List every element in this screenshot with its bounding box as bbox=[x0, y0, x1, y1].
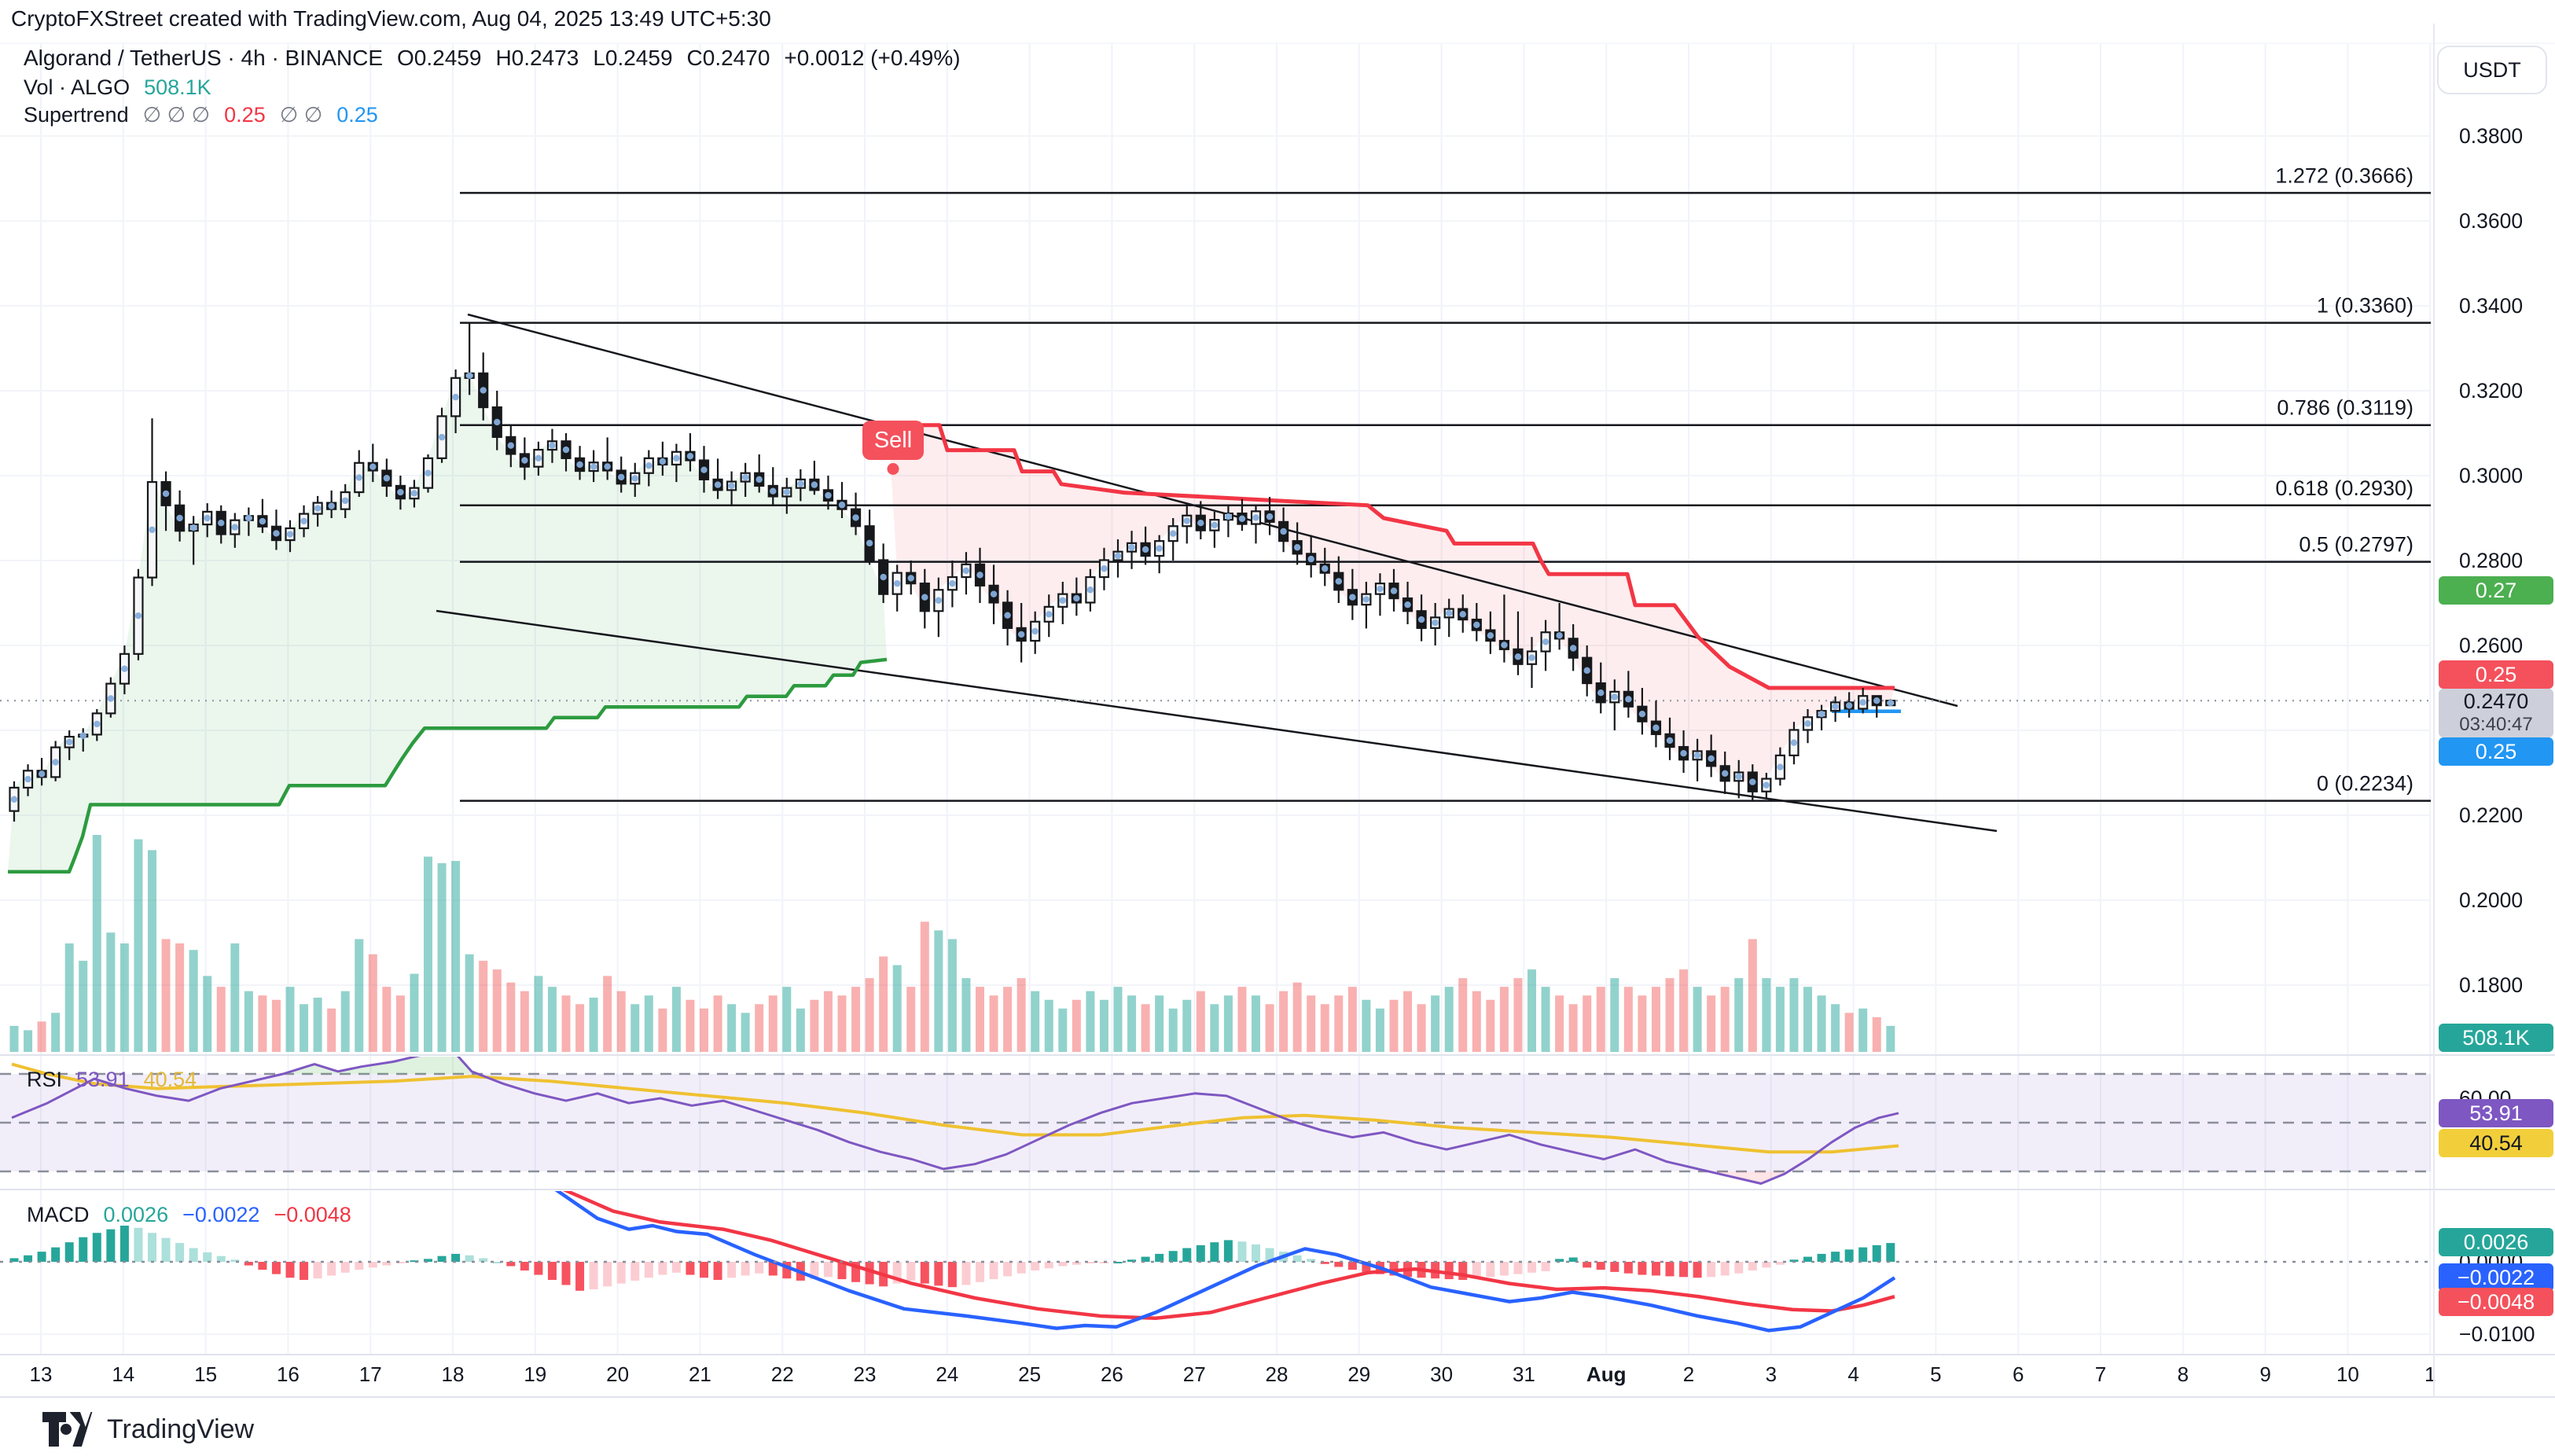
volume-legend[interactable]: Vol · ALGO 508.1K bbox=[24, 75, 211, 100]
price-badge-supertrend-up: 0.27 bbox=[2439, 576, 2553, 605]
x-axis-label: 30 bbox=[1430, 1362, 1453, 1386]
volume-legend-label: Vol · ALGO bbox=[24, 75, 130, 100]
rsi-pane-legend[interactable]: RSI 53.91 40.54 bbox=[27, 1068, 197, 1092]
fib-level-label: 0.618 (0.2930) bbox=[2275, 476, 2413, 500]
tradingview-footer[interactable]: TradingView bbox=[42, 1412, 254, 1447]
x-axis-label: 10 bbox=[2336, 1362, 2359, 1386]
fib-level-label: 1 (0.3360) bbox=[2317, 294, 2413, 318]
x-axis-label: 27 bbox=[1183, 1362, 1206, 1386]
fib-level-label: 0.5 (0.2797) bbox=[2299, 533, 2413, 557]
rsi-axis-badge: 53.91 bbox=[2439, 1099, 2553, 1127]
price-change: +0.0012 (+0.49%) bbox=[784, 46, 960, 71]
x-axis-label: 25 bbox=[1018, 1362, 1041, 1386]
x-axis-label: 3 bbox=[1766, 1362, 1777, 1386]
x-axis-label: 21 bbox=[689, 1362, 711, 1386]
rsi-ma-value: 40.54 bbox=[144, 1068, 197, 1092]
x-axis-label: 4 bbox=[1847, 1362, 1858, 1386]
macd-signal-axis-badge: −0.0048 bbox=[2439, 1288, 2553, 1316]
macd-axis-tick: −0.0100 bbox=[2459, 1322, 2535, 1346]
x-axis-label: 23 bbox=[854, 1362, 877, 1386]
x-axis-label: 17 bbox=[359, 1362, 382, 1386]
x-axis-label: Aug bbox=[1586, 1362, 1627, 1386]
x-axis-label: 15 bbox=[194, 1362, 217, 1386]
symbol-legend[interactable]: Algorand / TetherUS · 4h · BINANCE O0.24… bbox=[24, 46, 961, 71]
volume-legend-value: 508.1K bbox=[144, 75, 211, 100]
macd-hist-axis-badge: 0.0026 bbox=[2439, 1228, 2553, 1256]
symbol-title: Algorand / TetherUS · 4h · BINANCE bbox=[24, 46, 383, 71]
x-axis-label: 26 bbox=[1101, 1362, 1123, 1386]
tradingview-logo-icon bbox=[42, 1412, 94, 1447]
ohlc-low: L0.2459 bbox=[593, 46, 672, 71]
fib-level-label: 0.786 (0.3119) bbox=[2277, 396, 2413, 420]
sell-signal-badge: Sell bbox=[862, 421, 924, 460]
price-axis-tick: 0.2800 bbox=[2459, 549, 2523, 572]
price-axis-tick: 0.3200 bbox=[2459, 379, 2523, 403]
price-axis-tick: 0.2000 bbox=[2459, 888, 2523, 912]
x-axis-label: 5 bbox=[1930, 1362, 1941, 1386]
x-axis-label: 24 bbox=[936, 1362, 958, 1386]
x-axis-label: 6 bbox=[2013, 1362, 2024, 1386]
tradingview-chart-window: 1.272 (0.3666) 1 (0.3360) 0.786 (0.3119) 0.… bbox=[0, 0, 2555, 1456]
x-axis-label: 29 bbox=[1347, 1362, 1370, 1386]
x-axis-label: 18 bbox=[442, 1362, 465, 1386]
x-axis-label: 31 bbox=[1513, 1362, 1535, 1386]
price-axis-tick: 0.3000 bbox=[2459, 464, 2523, 487]
price-badge-supertrend-sell: 0.25 bbox=[2439, 660, 2553, 689]
x-axis-label: 8 bbox=[2178, 1362, 2189, 1386]
supertrend-empty-values: ∅ ∅ bbox=[280, 103, 323, 127]
tradingview-brand-text: TradingView bbox=[107, 1414, 254, 1445]
last-price-value: 0.2470 bbox=[2464, 690, 2529, 713]
watermark-attribution: CryptoFXStreet created with TradingView.… bbox=[11, 6, 771, 31]
chart-canvas[interactable]: 1.272 (0.3666) 1 (0.3360) 0.786 (0.3119) 0.… bbox=[0, 0, 2555, 1456]
rsi-label: RSI bbox=[27, 1068, 62, 1092]
macd-line-value: −0.0022 bbox=[182, 1203, 259, 1227]
price-axis-tick: 0.3400 bbox=[2459, 294, 2523, 318]
x-axis-label: 19 bbox=[524, 1362, 546, 1386]
price-axis-tick: 0.2600 bbox=[2459, 634, 2523, 657]
currency-toggle-button[interactable]: USDT bbox=[2437, 46, 2547, 94]
x-axis-label: 22 bbox=[771, 1362, 794, 1386]
ohlc-high: H0.2473 bbox=[495, 46, 579, 71]
x-axis-label: 16 bbox=[277, 1362, 300, 1386]
price-axis-tick: 0.3600 bbox=[2459, 209, 2523, 233]
supertrend-legend[interactable]: Supertrend ∅ ∅ ∅ 0.25 ∅ ∅ 0.25 bbox=[24, 103, 378, 127]
price-axis-tick: 0.1800 bbox=[2459, 973, 2523, 997]
x-axis-label: 28 bbox=[1266, 1362, 1289, 1386]
rsi-ma-axis-badge: 40.54 bbox=[2439, 1129, 2553, 1157]
macd-hist-value: 0.0026 bbox=[104, 1203, 169, 1227]
bar-countdown: 03:40:47 bbox=[2459, 713, 2532, 736]
price-axis-tick: 0.2200 bbox=[2459, 803, 2523, 827]
macd-signal-value: −0.0048 bbox=[274, 1203, 351, 1227]
time-axis-labels[interactable]: 13141516171819202122232425262728293031Au… bbox=[30, 1362, 2436, 1386]
price-badge-last-price: 0.2470 03:40:47 bbox=[2439, 689, 2553, 737]
supertrend-fill-layer bbox=[8, 373, 1895, 872]
supertrend-legend-label: Supertrend bbox=[24, 103, 129, 127]
fib-level-label: 0 (0.2234) bbox=[2317, 772, 2413, 796]
ohlc-open: O0.2459 bbox=[397, 46, 481, 71]
x-axis-label: 14 bbox=[112, 1362, 134, 1386]
macd-label: MACD bbox=[27, 1203, 90, 1227]
supertrend-empty-values: ∅ ∅ ∅ bbox=[143, 103, 211, 127]
volume-axis-badge: 508.1K bbox=[2439, 1024, 2553, 1052]
supertrend-buy-value: 0.25 bbox=[336, 103, 378, 127]
fib-level-label: 1.272 (0.3666) bbox=[2275, 164, 2413, 187]
ohlc-close: C0.2470 bbox=[687, 46, 770, 71]
x-axis-label: 9 bbox=[2259, 1362, 2270, 1386]
price-axis-tick: 0.3800 bbox=[2459, 124, 2523, 148]
rsi-value: 53.91 bbox=[76, 1068, 130, 1092]
x-axis-label: 2 bbox=[1683, 1362, 1694, 1386]
supertrend-sell-value: 0.25 bbox=[224, 103, 266, 127]
x-axis-label: 20 bbox=[606, 1362, 629, 1386]
volume-layer bbox=[10, 835, 1895, 1052]
macd-pane-legend[interactable]: MACD 0.0026 −0.0022 −0.0048 bbox=[27, 1203, 351, 1227]
x-axis-label: 7 bbox=[2095, 1362, 2106, 1386]
x-axis-label: 13 bbox=[30, 1362, 53, 1386]
price-badge-supertrend-buy: 0.25 bbox=[2439, 737, 2553, 766]
